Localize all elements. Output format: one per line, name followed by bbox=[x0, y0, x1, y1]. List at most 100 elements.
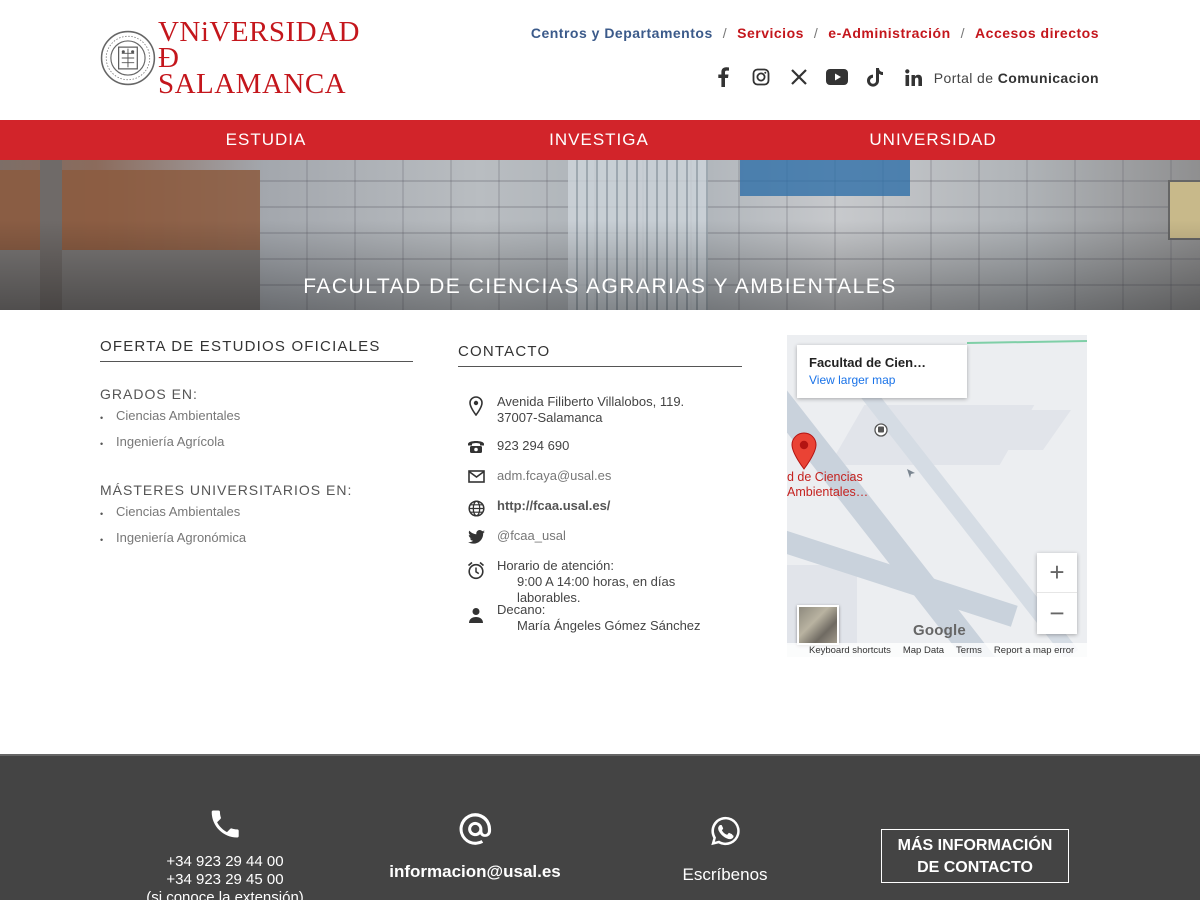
google-logo: Google bbox=[913, 622, 966, 639]
contact-phone: 923 294 690 bbox=[458, 438, 569, 458]
list-item[interactable]: Ingeniería Agronómica bbox=[100, 530, 413, 556]
twitter-handle[interactable]: @fcaa_usal bbox=[497, 528, 566, 548]
youtube-icon[interactable] bbox=[826, 66, 848, 88]
alarm-clock-icon bbox=[467, 561, 484, 580]
instagram-icon[interactable] bbox=[750, 66, 772, 88]
zoom-out-button[interactable]: − bbox=[1037, 593, 1077, 633]
footer-whatsapp[interactable]: Escríbenos bbox=[682, 756, 768, 884]
logo-line-1: VNiVERSIDAD bbox=[157, 16, 360, 48]
twitter-bird-icon bbox=[467, 530, 485, 544]
footer-phone-note: (si conoce la extensión) bbox=[146, 889, 304, 900]
bus-stop-icon bbox=[874, 423, 888, 437]
grados-list: Ciencias Ambientales Ingeniería Agrícola bbox=[100, 408, 413, 460]
phone-number[interactable]: 923 294 690 bbox=[497, 438, 569, 458]
footer-phone-1[interactable]: +34 923 29 44 00 bbox=[146, 853, 304, 871]
address-line-1: Avenida Filiberto Villalobos, 119. bbox=[497, 394, 685, 409]
footer-email: informacion@usal.es bbox=[389, 756, 561, 882]
main-navigation: ESTUDIA INVESTIGA UNIVERSIDAD bbox=[0, 120, 1200, 160]
contact-section: CONTACTO Avenida Filiberto Villalobos, 1… bbox=[458, 343, 742, 633]
footer-whatsapp-label: Escríbenos bbox=[682, 865, 768, 884]
contact-address: Avenida Filiberto Villalobos, 119. 37007… bbox=[458, 394, 684, 426]
more-line-1: MÁS INFORMACIÓN bbox=[897, 837, 1053, 854]
official-studies-section: OFERTA DE ESTUDIOS OFICIALES GRADOS EN: … bbox=[100, 338, 413, 556]
mail-icon bbox=[467, 470, 485, 483]
masteres-list: Ciencias Ambientales Ingeniería Agronómi… bbox=[100, 504, 413, 556]
hero-banner: FACULTAD DE CIENCIAS AGRARIAS Y AMBIENTA… bbox=[0, 160, 1200, 310]
globe-icon bbox=[467, 500, 485, 517]
footer-phone-2[interactable]: +34 923 29 45 00 bbox=[146, 871, 304, 889]
pin-label-line-1: d de Ciencias bbox=[787, 470, 863, 484]
phone-icon bbox=[211, 810, 239, 838]
satellite-toggle[interactable] bbox=[797, 605, 839, 645]
address-line-2: 37007-Salamanca bbox=[497, 410, 603, 425]
list-item[interactable]: Ingeniería Agrícola bbox=[100, 434, 413, 460]
university-logo[interactable]: VNiVERSIDAD Đ SALAMANCA bbox=[100, 16, 360, 100]
nav-universidad[interactable]: UNIVERSIDAD bbox=[869, 120, 996, 160]
map-place-title: Facultad de Cien… bbox=[809, 355, 927, 370]
pin-label-line-2: Ambientales… bbox=[787, 485, 869, 499]
portal-prefix: Portal de bbox=[933, 70, 994, 86]
telephone-icon bbox=[468, 441, 484, 453]
site-header: VNiVERSIDAD Đ SALAMANCA Centros y Depart… bbox=[0, 0, 1200, 120]
map-pin-label: d de Ciencias Ambientales… bbox=[787, 470, 868, 500]
list-item[interactable]: Ciencias Ambientales bbox=[100, 408, 413, 434]
site-footer: +34 923 29 44 00 +34 923 29 45 00 (si co… bbox=[0, 754, 1200, 900]
email-link[interactable]: adm.fcaya@usal.es bbox=[497, 468, 611, 488]
direction-arrow-icon bbox=[907, 469, 915, 478]
nav-investiga[interactable]: INVESTIGA bbox=[549, 120, 649, 160]
embedded-map[interactable]: Facultad de Cien… View larger map d de C… bbox=[787, 335, 1087, 657]
university-wordmark: VNiVERSIDAD Đ SALAMANCA bbox=[157, 16, 360, 100]
more-contact-info-button[interactable]: MÁS INFORMACIÓN DE CONTACTO bbox=[881, 829, 1069, 883]
whatsapp-icon bbox=[710, 816, 740, 846]
website-link[interactable]: http://fcaa.usal.es/ bbox=[497, 498, 610, 518]
footer-phone: +34 923 29 44 00 +34 923 29 45 00 (si co… bbox=[146, 756, 304, 900]
map-attribution: Keyboard shortcuts Map Data Terms Report… bbox=[787, 643, 1087, 657]
logo-line-2: Đ SALAMANCA bbox=[157, 42, 347, 100]
at-sign-icon bbox=[459, 813, 491, 845]
link-e-administracion[interactable]: e-Administración bbox=[828, 25, 950, 41]
contact-dean: Decano: María Ángeles Gómez Sánchez bbox=[458, 602, 701, 634]
grados-heading: GRADOS EN: bbox=[100, 386, 198, 402]
social-links bbox=[712, 66, 940, 88]
separator: / bbox=[960, 25, 966, 41]
top-links: Centros y Departamentos / Servicios / e-… bbox=[531, 25, 1099, 41]
tiktok-icon[interactable] bbox=[864, 66, 886, 88]
link-accesos-directos[interactable]: Accesos directos bbox=[975, 25, 1099, 41]
location-pin-icon bbox=[469, 396, 483, 416]
hours-label: Horario de atención: bbox=[496, 558, 615, 573]
faculty-title: FACULTAD DE CIENCIAS AGRARIAS Y AMBIENTA… bbox=[303, 275, 897, 298]
list-item[interactable]: Ciencias Ambientales bbox=[100, 504, 413, 530]
masteres-heading: MÁSTERES UNIVERSITARIOS EN: bbox=[100, 482, 353, 498]
portal-name: Comunicacion bbox=[997, 70, 1099, 86]
map-place-card: Facultad de Cien… View larger map bbox=[797, 345, 967, 398]
footer-email-link[interactable]: informacion@usal.es bbox=[389, 862, 561, 882]
contact-email: adm.fcaya@usal.es bbox=[458, 468, 611, 488]
map-data-link[interactable]: Map Data bbox=[903, 645, 944, 656]
portal-comunicacion-link[interactable]: Portal de Comunicacion bbox=[934, 70, 1099, 86]
contact-hours: Horario de atención: 9:00 A 14:00 horas,… bbox=[458, 558, 742, 606]
university-seal-icon bbox=[100, 30, 156, 86]
separator: / bbox=[722, 25, 728, 41]
keyboard-shortcuts-link[interactable]: Keyboard shortcuts bbox=[809, 645, 891, 656]
link-centros-departamentos[interactable]: Centros y Departamentos bbox=[531, 25, 713, 41]
contact-title: CONTACTO bbox=[458, 343, 742, 367]
linkedin-icon[interactable] bbox=[902, 66, 924, 88]
studies-title: OFERTA DE ESTUDIOS OFICIALES bbox=[100, 338, 413, 362]
dean-label: Decano: bbox=[497, 602, 546, 617]
map-zoom-controls: + − bbox=[1037, 553, 1077, 634]
link-servicios[interactable]: Servicios bbox=[737, 25, 804, 41]
x-icon[interactable] bbox=[788, 66, 810, 88]
more-line-2: DE CONTACTO bbox=[917, 859, 1033, 876]
terms-link[interactable]: Terms bbox=[956, 645, 982, 656]
nav-estudia[interactable]: ESTUDIA bbox=[226, 120, 307, 160]
report-map-error-link[interactable]: Report a map error bbox=[994, 645, 1074, 656]
view-larger-map-link[interactable]: View larger map bbox=[809, 373, 955, 387]
zoom-in-button[interactable]: + bbox=[1037, 553, 1077, 593]
separator: / bbox=[813, 25, 819, 41]
map-path bbox=[966, 339, 1087, 345]
contact-twitter: @fcaa_usal bbox=[458, 528, 566, 548]
facebook-icon[interactable] bbox=[712, 66, 734, 88]
map-pin-icon[interactable] bbox=[791, 432, 817, 470]
dean-name: María Ángeles Gómez Sánchez bbox=[517, 618, 701, 633]
person-icon bbox=[469, 608, 483, 623]
